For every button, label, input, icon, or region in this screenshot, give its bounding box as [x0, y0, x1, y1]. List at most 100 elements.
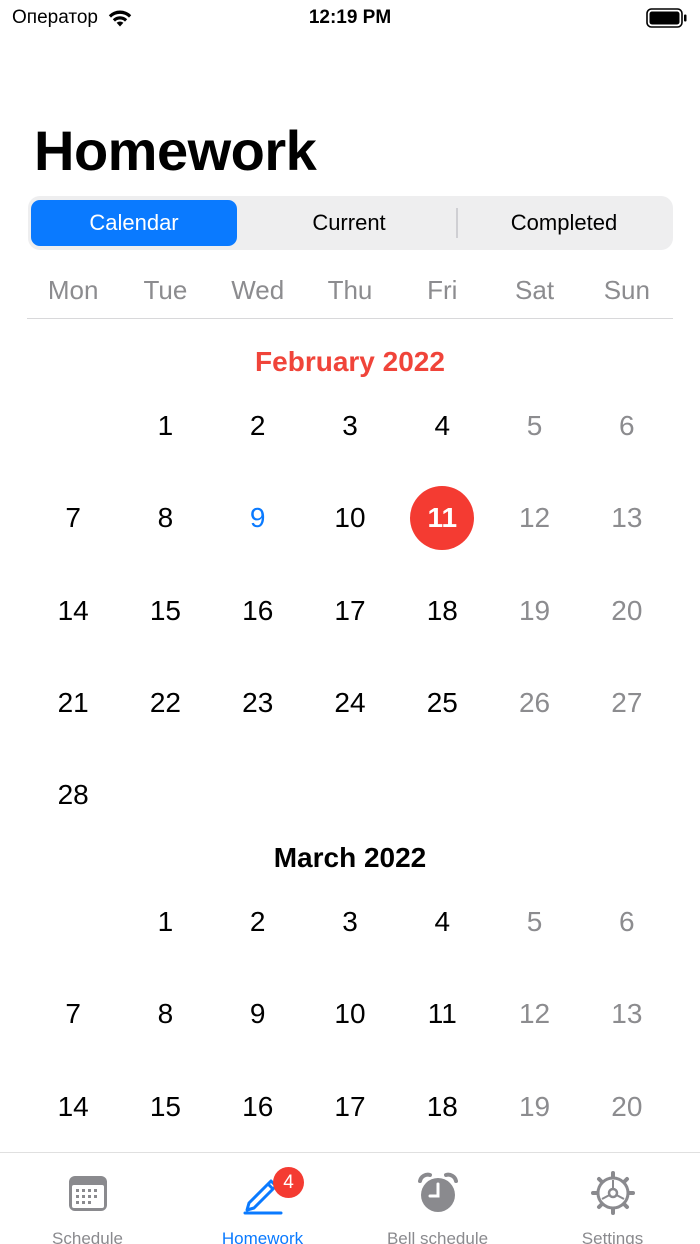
- page-title: Homework: [34, 119, 317, 182]
- weekday-header: Mon Tue Wed Thu Fri Sat Sun: [27, 275, 673, 311]
- day-number: 5: [526, 410, 543, 442]
- day-number: 23: [242, 687, 274, 719]
- day-cell[interactable]: 13: [581, 968, 673, 1060]
- day-cell[interactable]: 2: [212, 876, 304, 968]
- day-cell[interactable]: 14: [27, 1061, 119, 1153]
- day-number: 1: [157, 906, 174, 938]
- day-number: 13: [611, 502, 643, 534]
- day-cell[interactable]: 5: [488, 876, 580, 968]
- empty-day-cell: [119, 749, 211, 841]
- day-number: 9: [249, 998, 266, 1030]
- tab-bar: Schedule 4 Homework Bell schedule Settin…: [0, 1152, 700, 1244]
- day-number: 5: [526, 906, 543, 938]
- day-number: 10: [334, 502, 366, 534]
- day-number: 3: [342, 410, 358, 442]
- day-cell[interactable]: 12: [488, 472, 580, 564]
- day-number: 4: [434, 906, 451, 938]
- day-number: 7: [65, 502, 81, 534]
- weekday-divider: [27, 318, 673, 319]
- day-number: 17: [334, 1090, 366, 1122]
- day-cell[interactable]: 12: [488, 968, 580, 1060]
- day-cell[interactable]: 22: [119, 657, 211, 749]
- day-number: 6: [619, 410, 635, 442]
- day-cell[interactable]: 13: [581, 472, 673, 564]
- day-number: 12: [518, 998, 551, 1030]
- day-cell[interactable]: 26: [488, 657, 580, 749]
- day-cell[interactable]: 10: [304, 968, 396, 1060]
- day-cell[interactable]: 8: [119, 472, 211, 564]
- day-cell[interactable]: 24: [304, 657, 396, 749]
- day-cell[interactable]: 5: [488, 380, 580, 472]
- empty-day-cell: [396, 749, 488, 841]
- day-cell[interactable]: 20: [581, 565, 673, 657]
- day-number: 8: [157, 998, 174, 1030]
- battery-icon: [646, 8, 687, 28]
- day-number: 8: [157, 502, 174, 534]
- day-cell[interactable]: 18: [396, 1061, 488, 1153]
- day-number: 19: [518, 594, 551, 626]
- day-cell[interactable]: 9: [212, 472, 304, 564]
- day-cell[interactable]: 6: [581, 876, 673, 968]
- segment-completed[interactable]: Completed: [461, 200, 667, 246]
- day-number: 17: [334, 594, 366, 626]
- day-number: 13: [611, 998, 643, 1030]
- empty-day-cell: [304, 749, 396, 841]
- day-cell[interactable]: 23: [212, 657, 304, 749]
- day-number: 18: [426, 1090, 458, 1122]
- day-cell[interactable]: 11: [396, 472, 488, 564]
- day-cell[interactable]: 1: [119, 876, 211, 968]
- day-cell[interactable]: 20: [581, 1061, 673, 1153]
- day-number: 3: [342, 906, 358, 938]
- segment-divider: [456, 208, 458, 238]
- day-cell[interactable]: 11: [396, 968, 488, 1060]
- day-cell[interactable]: 6: [581, 380, 673, 472]
- day-cell[interactable]: 27: [581, 657, 673, 749]
- day-number: 6: [619, 906, 635, 938]
- day-cell[interactable]: 9: [212, 968, 304, 1060]
- day-cell[interactable]: 3: [304, 876, 396, 968]
- day-number: 12: [518, 502, 551, 534]
- day-cell[interactable]: 3: [304, 380, 396, 472]
- day-cell[interactable]: 16: [212, 565, 304, 657]
- day-cell[interactable]: 4: [396, 876, 488, 968]
- gear-icon: [590, 1171, 635, 1215]
- day-cell[interactable]: 8: [119, 968, 211, 1060]
- day-number: 15: [149, 594, 181, 626]
- alarm-clock-icon: [417, 1172, 458, 1212]
- day-cell[interactable]: 7: [27, 968, 119, 1060]
- weekday-sat: Sat: [515, 275, 555, 305]
- empty-day-cell: [27, 876, 119, 968]
- tab-settings[interactable]: Settings: [525, 1153, 700, 1244]
- weekday-sun: Sun: [603, 275, 650, 305]
- segment-calendar[interactable]: Calendar: [31, 200, 237, 246]
- tab-label-bell-schedule: Bell schedule: [386, 1229, 489, 1244]
- weekday-wed: Wed: [231, 275, 285, 305]
- day-cell[interactable]: 25: [396, 657, 488, 749]
- day-cell[interactable]: 2: [212, 380, 304, 472]
- day-cell[interactable]: 4: [396, 380, 488, 472]
- day-number: 25: [426, 687, 458, 719]
- day-cell[interactable]: 19: [488, 565, 580, 657]
- day-cell[interactable]: 15: [119, 1061, 211, 1153]
- day-cell[interactable]: 15: [119, 565, 211, 657]
- day-cell[interactable]: 17: [304, 1061, 396, 1153]
- day-cell[interactable]: 19: [488, 1061, 580, 1153]
- day-cell[interactable]: 28: [27, 749, 119, 841]
- weekday-mon: Mon: [47, 275, 99, 305]
- tab-schedule[interactable]: Schedule: [0, 1153, 175, 1244]
- day-cell[interactable]: 21: [27, 657, 119, 749]
- day-cell[interactable]: 10: [304, 472, 396, 564]
- day-cell[interactable]: 17: [304, 565, 396, 657]
- day-cell[interactable]: 18: [396, 565, 488, 657]
- day-cell[interactable]: 1: [119, 380, 211, 472]
- march-day-grid: 1 2 3 4 5 6 7 8 9 10 11 12 13 14 15 16 17 18 19 20: [27, 876, 673, 1153]
- day-number: 18: [426, 594, 458, 626]
- tab-bell-schedule[interactable]: Bell schedule: [350, 1153, 525, 1244]
- weekday-thu: Thu: [327, 275, 373, 305]
- day-number: 11: [427, 998, 457, 1030]
- day-cell[interactable]: 14: [27, 565, 119, 657]
- tab-homework[interactable]: 4 Homework: [175, 1153, 350, 1244]
- day-cell[interactable]: 16: [212, 1061, 304, 1153]
- day-cell[interactable]: 7: [27, 472, 119, 564]
- segment-current[interactable]: Current: [246, 200, 452, 246]
